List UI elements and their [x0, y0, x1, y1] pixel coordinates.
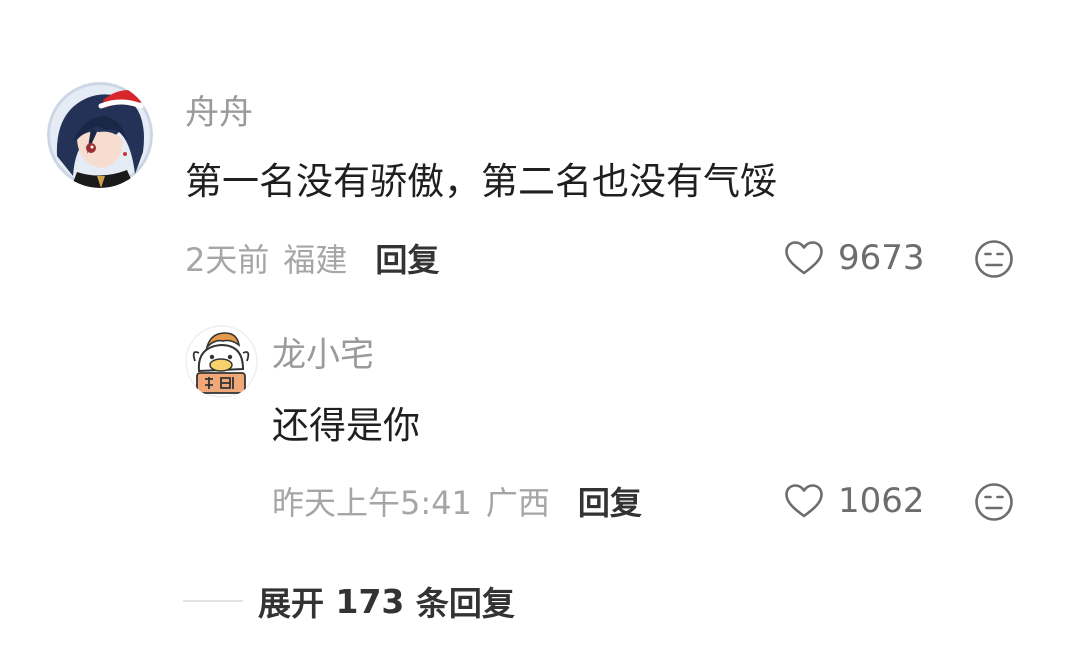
reply-text: 还得是你: [272, 404, 420, 447]
reply-time: 昨天上午5:41: [272, 484, 472, 522]
divider: [183, 600, 243, 602]
expand-replies-button[interactable]: 展开 173 条回复: [258, 580, 515, 624]
expand-count: 173: [335, 581, 405, 621]
heart-outline-icon: [785, 484, 823, 518]
comment-meta: 2天前 福建 回复: [185, 235, 439, 281]
dislike-button[interactable]: [974, 239, 1014, 279]
reply-location: 广西: [485, 484, 550, 522]
reply-button[interactable]: 回复: [578, 478, 642, 524]
expand-suffix: 条回复: [415, 584, 515, 623]
avatar[interactable]: [185, 325, 258, 398]
heart-outline-icon: [785, 241, 823, 275]
comment-username[interactable]: 舟舟: [185, 93, 253, 133]
comment-thread: 舟舟 第一名没有骄傲，第二名也没有气馁 2天前 福建 回复 9673 龙小宅 还…: [0, 0, 1078, 670]
meh-face-icon: [975, 483, 1013, 521]
like-count: 1062: [838, 481, 925, 521]
reply-username[interactable]: 龙小宅: [272, 335, 374, 375]
comment-time: 2天前: [185, 241, 270, 279]
meh-face-icon: [975, 240, 1013, 278]
dislike-button[interactable]: [974, 482, 1014, 522]
like-count: 9673: [838, 238, 925, 278]
like-button[interactable]: 9673: [784, 238, 925, 278]
reply-button[interactable]: 回复: [375, 235, 439, 281]
comment-text: 第一名没有骄傲，第二名也没有气馁: [185, 160, 777, 203]
comment-location: 福建: [283, 241, 348, 279]
expand-prefix: 展开: [258, 584, 324, 623]
like-button[interactable]: 1062: [784, 481, 925, 521]
reply-meta: 昨天上午5:41 广西 回复: [272, 478, 642, 524]
avatar[interactable]: [47, 82, 153, 188]
